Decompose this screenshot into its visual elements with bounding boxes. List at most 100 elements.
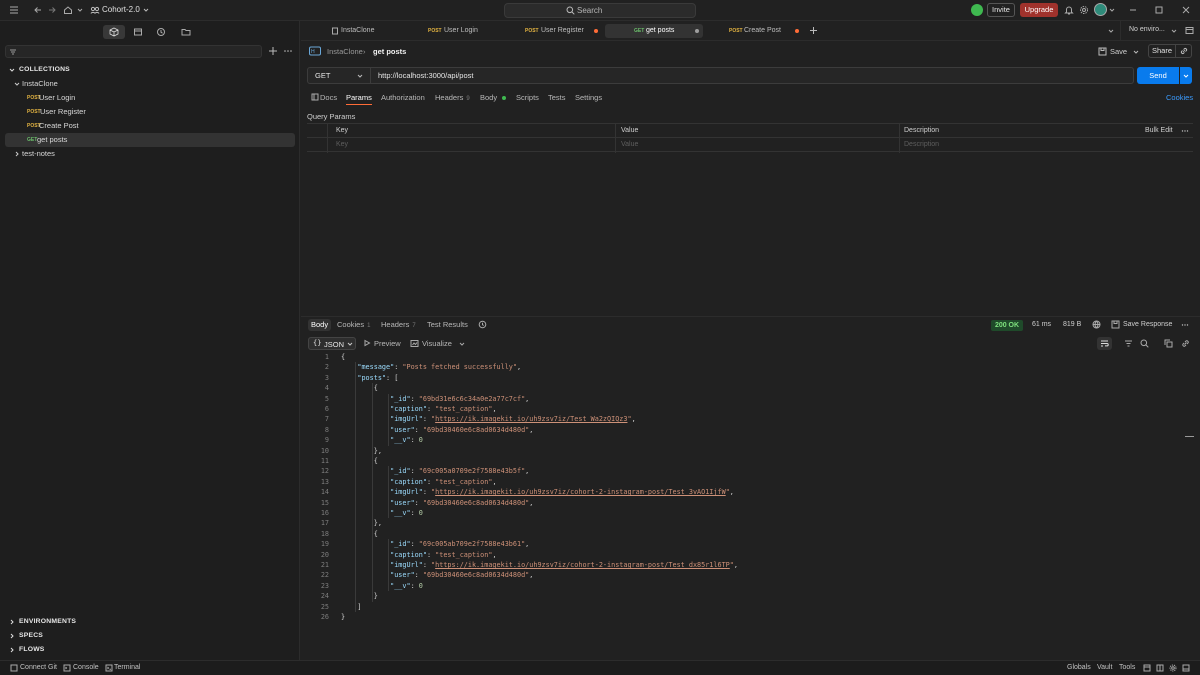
- history-tab-icon[interactable]: [150, 25, 172, 39]
- response-tab-headers[interactable]: Headers 7: [381, 320, 416, 329]
- back-arrow-icon[interactable]: [32, 4, 44, 16]
- close-icon[interactable]: [1180, 4, 1192, 16]
- cookies-link[interactable]: Cookies: [1166, 93, 1193, 102]
- terminal-button[interactable]: Terminal: [114, 664, 140, 671]
- globe-icon[interactable]: [1092, 320, 1101, 329]
- page-title[interactable]: get posts: [373, 47, 406, 56]
- gear-icon[interactable]: [1078, 4, 1090, 16]
- minimize-icon[interactable]: [1127, 4, 1139, 16]
- link-icon[interactable]: [1181, 339, 1190, 348]
- share-button[interactable]: Share: [1148, 44, 1176, 58]
- bulk-edit-button[interactable]: Bulk Edit: [1141, 124, 1173, 138]
- tab-docs[interactable]: Docs: [320, 93, 337, 102]
- globals-button[interactable]: Globals: [1067, 664, 1091, 671]
- copy-icon[interactable]: [1164, 339, 1173, 348]
- environments-section[interactable]: ENVIRONMENTS: [5, 615, 295, 629]
- tab-settings[interactable]: Settings: [575, 93, 602, 102]
- new-tab-icon[interactable]: [809, 26, 818, 35]
- tab-tests[interactable]: Tests: [548, 93, 566, 102]
- docs-icon[interactable]: [311, 93, 319, 101]
- tab-params[interactable]: Params: [346, 93, 372, 102]
- bell-icon[interactable]: [1063, 4, 1075, 16]
- workspace-name[interactable]: Cohort-2.0: [102, 5, 140, 14]
- response-body-viewer[interactable]: 1 {2 "message": "Posts fetched successful…: [301, 352, 1181, 632]
- more-options-icon[interactable]: [282, 45, 294, 57]
- tab-get-posts[interactable]: GET get posts: [605, 24, 703, 38]
- layout-icon[interactable]: [1143, 664, 1151, 672]
- upgrade-button[interactable]: Upgrade: [1020, 3, 1058, 17]
- search-input[interactable]: Search: [504, 3, 696, 18]
- search-icon[interactable]: [1140, 339, 1149, 348]
- response-tab-test-results[interactable]: Test Results: [427, 320, 468, 329]
- tab-user-register[interactable]: POST User Register: [525, 24, 603, 38]
- history-icon[interactable]: [478, 320, 487, 329]
- console-button[interactable]: Console: [73, 664, 99, 671]
- save-dropdown-icon[interactable]: [1132, 48, 1140, 56]
- help-icon[interactable]: [1182, 664, 1190, 672]
- tab-body[interactable]: Body: [480, 93, 507, 102]
- status-badge[interactable]: 200 OK: [991, 320, 1023, 331]
- chevron-down-icon[interactable]: [74, 4, 86, 16]
- avatar-chevron-icon[interactable]: [1106, 4, 1118, 16]
- folder-tab-icon[interactable]: [175, 25, 197, 39]
- value-input[interactable]: Value: [617, 138, 638, 152]
- collections-tab-icon[interactable]: [103, 25, 125, 39]
- menu-icon[interactable]: [8, 4, 20, 16]
- tab-user-login[interactable]: POST User Login: [428, 24, 518, 38]
- filter-icon[interactable]: [1124, 339, 1133, 348]
- play-icon[interactable]: [363, 339, 371, 347]
- add-collection-icon[interactable]: [267, 45, 279, 57]
- description-input[interactable]: Description: [900, 138, 939, 152]
- maximize-icon[interactable]: [1153, 4, 1165, 16]
- send-button[interactable]: Send: [1137, 67, 1179, 84]
- response-tab-body[interactable]: Body: [308, 319, 332, 331]
- format-select[interactable]: {} JSON: [308, 337, 356, 350]
- tab-headers[interactable]: Headers 9: [435, 93, 470, 102]
- save-response-button[interactable]: Save Response: [1123, 321, 1172, 328]
- more-options-icon[interactable]: [1181, 321, 1189, 329]
- connect-git-button[interactable]: Connect Git: [20, 664, 57, 671]
- response-size[interactable]: 819 B: [1063, 321, 1081, 328]
- save-icon[interactable]: [1098, 47, 1107, 56]
- link-icon[interactable]: [1176, 44, 1192, 58]
- chevron-down-icon[interactable]: [458, 340, 466, 348]
- workspace-chevron-icon[interactable]: [140, 4, 152, 16]
- sidebar-item-user-login[interactable]: POST User Login: [5, 91, 295, 105]
- forward-arrow-icon[interactable]: [46, 4, 58, 16]
- visualize-icon[interactable]: [410, 339, 419, 348]
- method-select[interactable]: GET: [307, 67, 371, 84]
- response-time[interactable]: 61 ms: [1032, 321, 1051, 328]
- sidebar-item-get-posts[interactable]: GET get posts: [5, 133, 295, 147]
- sidebar-item-create-post[interactable]: POST Create Post: [5, 119, 295, 133]
- scrollbar-handle[interactable]: [1185, 436, 1194, 437]
- specs-section[interactable]: SPECS: [5, 629, 295, 643]
- visualize-button[interactable]: Visualize: [422, 339, 452, 348]
- invite-button[interactable]: Invite: [987, 3, 1015, 17]
- send-options-icon[interactable]: [1180, 67, 1192, 84]
- unsaved-dot-icon[interactable]: [695, 29, 699, 33]
- save-response-icon[interactable]: [1111, 320, 1120, 329]
- sync-status-icon[interactable]: [971, 4, 983, 16]
- key-input[interactable]: Key: [332, 138, 348, 152]
- sidebar-filter-input[interactable]: [5, 45, 262, 58]
- response-tab-cookies[interactable]: Cookies 1: [337, 320, 370, 329]
- vault-button[interactable]: Vault: [1097, 664, 1112, 671]
- environment-quicklook-icon[interactable]: [1185, 26, 1194, 35]
- chevron-down-icon[interactable]: [1170, 27, 1178, 35]
- preview-button[interactable]: Preview: [374, 339, 401, 348]
- more-options-icon[interactable]: [1177, 127, 1189, 135]
- settings-icon[interactable]: [1169, 664, 1177, 672]
- tab-authorization[interactable]: Authorization: [381, 93, 425, 102]
- environment-selector[interactable]: No enviro...: [1129, 26, 1165, 33]
- sidebar-item-user-register[interactable]: POST User Register: [5, 105, 295, 119]
- wrap-lines-icon[interactable]: [1097, 337, 1112, 350]
- tab-create-post[interactable]: POST Create Post: [729, 24, 801, 38]
- save-button[interactable]: Save: [1110, 47, 1127, 56]
- flows-section[interactable]: FLOWS: [5, 643, 295, 657]
- breadcrumb-collection[interactable]: InstaClone: [327, 47, 363, 56]
- tab-instaclone[interactable]: InstaClone: [331, 24, 421, 38]
- response-divider[interactable]: [301, 316, 1200, 317]
- tab-scripts[interactable]: Scripts: [516, 93, 539, 102]
- collection-instaclone[interactable]: InstaClone: [5, 77, 295, 91]
- tools-button[interactable]: Tools: [1119, 664, 1135, 671]
